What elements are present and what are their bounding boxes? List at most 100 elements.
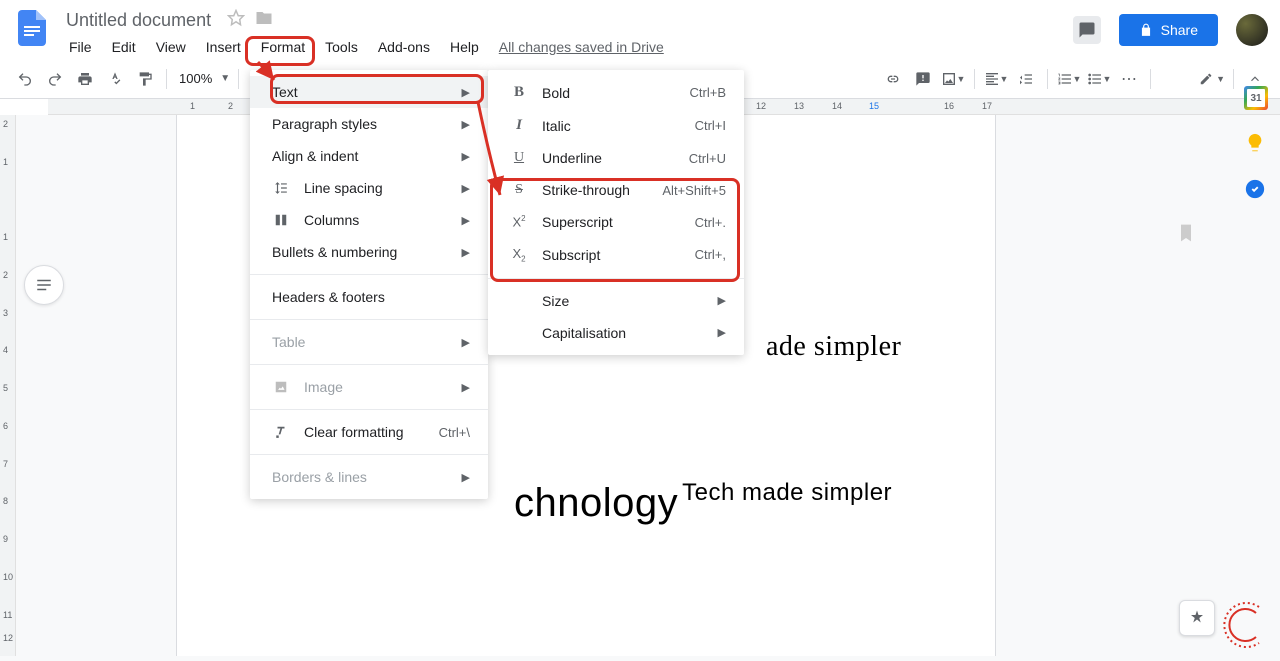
chevron-right-icon: ▶	[718, 326, 726, 339]
menu-insert[interactable]: Insert	[197, 35, 250, 59]
menu-addons[interactable]: Add-ons	[369, 35, 439, 59]
separator	[238, 69, 239, 89]
more-icon[interactable]: ⋯	[1116, 66, 1142, 92]
format-image: Image ▶	[250, 371, 488, 403]
text-bold[interactable]: B Bold Ctrl+B	[488, 76, 744, 109]
ruler-tick: 1	[190, 101, 195, 111]
ruler-tick: 12	[756, 101, 766, 111]
text-underline[interactable]: U Underline Ctrl+U	[488, 142, 744, 174]
editing-mode-icon[interactable]: ▼	[1199, 66, 1225, 92]
share-button[interactable]: Share	[1119, 14, 1218, 46]
menu-label: Subscript	[542, 247, 600, 263]
format-paragraph-styles[interactable]: Paragraph styles ▶	[250, 108, 488, 140]
ruler-tick: 6	[3, 421, 8, 431]
shortcut: Alt+Shift+5	[662, 183, 726, 198]
comments-button[interactable]	[1073, 16, 1101, 44]
insert-comment-icon[interactable]	[910, 66, 936, 92]
text-italic[interactable]: I Italic Ctrl+I	[488, 109, 744, 142]
print-icon[interactable]	[72, 66, 98, 92]
text-superscript[interactable]: X2 Superscript Ctrl+.	[488, 206, 744, 238]
doc-title[interactable]: Untitled document	[60, 8, 217, 33]
text-size[interactable]: Size ▶	[488, 285, 744, 317]
format-columns[interactable]: Columns ▶	[250, 204, 488, 236]
ruler-tick: 7	[3, 459, 8, 469]
align-icon[interactable]: ▼	[983, 66, 1009, 92]
menu-label: Bold	[542, 85, 570, 101]
insert-image-icon[interactable]: ▼	[940, 66, 966, 92]
document-text[interactable]: chnology Tech made simpler	[514, 481, 892, 526]
ruler-tick: 12	[3, 633, 13, 643]
menu-tools[interactable]: Tools	[316, 35, 367, 59]
chevron-down-icon[interactable]: ▼	[220, 73, 230, 84]
numbered-list-icon[interactable]: ▼	[1056, 66, 1082, 92]
line-spacing-icon	[272, 181, 290, 195]
spellcheck-icon[interactable]	[102, 66, 128, 92]
account-avatar[interactable]	[1236, 14, 1268, 46]
format-headers-footers[interactable]: Headers & footers	[250, 281, 488, 313]
text-strikethrough[interactable]: S Strike-through Alt+Shift+5	[488, 174, 744, 206]
undo-icon[interactable]	[12, 66, 38, 92]
chevron-right-icon: ▶	[718, 294, 726, 307]
menu-label: Line spacing	[304, 180, 383, 196]
ruler-tick: 17	[982, 101, 992, 111]
calendar-app-icon[interactable]: 31	[1244, 86, 1268, 110]
keep-app-icon[interactable]	[1244, 132, 1268, 156]
ruler-tick: 8	[3, 496, 8, 506]
italic-icon: I	[510, 117, 528, 134]
tasks-app-icon[interactable]	[1244, 178, 1268, 202]
menu-view[interactable]: View	[147, 35, 195, 59]
insert-link-icon[interactable]	[880, 66, 906, 92]
separator	[250, 274, 488, 275]
text-strikethrough: Candid.Technology	[288, 655, 628, 656]
text-capitalisation[interactable]: Capitalisation ▶	[488, 317, 744, 349]
underline-icon: U	[510, 150, 528, 166]
menu-label: Headers & footers	[272, 289, 385, 305]
shortcut: Ctrl+I	[695, 118, 726, 133]
bookmark-cursor-icon	[1176, 223, 1196, 243]
menu-label: Paragraph styles	[272, 116, 377, 132]
ruler-tick: 15	[869, 101, 879, 111]
bulleted-list-icon[interactable]: ▼	[1086, 66, 1112, 92]
subscript-icon: X2	[510, 246, 528, 264]
separator	[974, 69, 975, 89]
ruler-tick: 16	[944, 101, 954, 111]
document-text[interactable]: ade simpler	[766, 331, 901, 363]
menu-edit[interactable]: Edit	[103, 35, 145, 59]
document-text[interactable]: Candid.Technology Tech made simpler	[288, 655, 834, 656]
line-spacing-icon[interactable]	[1013, 66, 1039, 92]
format-borders-lines: Borders & lines ▶	[250, 461, 488, 493]
text-superscript: Tech made simpler	[682, 479, 892, 506]
header: Untitled document File Edit View Insert …	[0, 0, 1280, 59]
save-status[interactable]: All changes saved in Drive	[490, 35, 673, 59]
text-subscript[interactable]: X2 Subscript Ctrl+,	[488, 238, 744, 272]
menu-format[interactable]: Format	[252, 35, 314, 59]
format-clear-formatting[interactable]: Clear formatting Ctrl+\	[250, 416, 488, 448]
zoom-value[interactable]: 100%	[175, 71, 216, 86]
ruler-tick: 4	[3, 345, 8, 355]
menubar: File Edit View Insert Format Tools Add-o…	[60, 35, 1073, 59]
menu-label: Image	[304, 379, 343, 395]
move-folder-icon[interactable]	[255, 9, 273, 32]
ruler-tick: 2	[3, 119, 8, 129]
star-icon[interactable]	[227, 9, 245, 32]
lock-icon	[1139, 23, 1153, 37]
format-text[interactable]: Text ▶	[250, 76, 488, 108]
menu-label: Clear formatting	[304, 424, 404, 440]
shortcut: Ctrl+,	[695, 247, 726, 262]
outline-toggle[interactable]	[24, 265, 64, 305]
superscript-icon: X2	[510, 214, 528, 229]
explore-button[interactable]	[1179, 600, 1215, 636]
separator	[1150, 69, 1151, 89]
chevron-right-icon: ▶	[462, 150, 470, 163]
format-line-spacing[interactable]: Line spacing ▶	[250, 172, 488, 204]
separator	[488, 278, 744, 279]
docs-logo[interactable]	[12, 8, 52, 48]
format-align-indent[interactable]: Align & indent ▶	[250, 140, 488, 172]
menu-label: Text	[272, 84, 298, 100]
paint-format-icon[interactable]	[132, 66, 158, 92]
vertical-ruler[interactable]: 2 1 1 2 3 4 5 6 7 8 9 10 11 12	[0, 115, 16, 656]
redo-icon[interactable]	[42, 66, 68, 92]
menu-file[interactable]: File	[60, 35, 101, 59]
format-bullets-numbering[interactable]: Bullets & numbering ▶	[250, 236, 488, 268]
menu-help[interactable]: Help	[441, 35, 488, 59]
